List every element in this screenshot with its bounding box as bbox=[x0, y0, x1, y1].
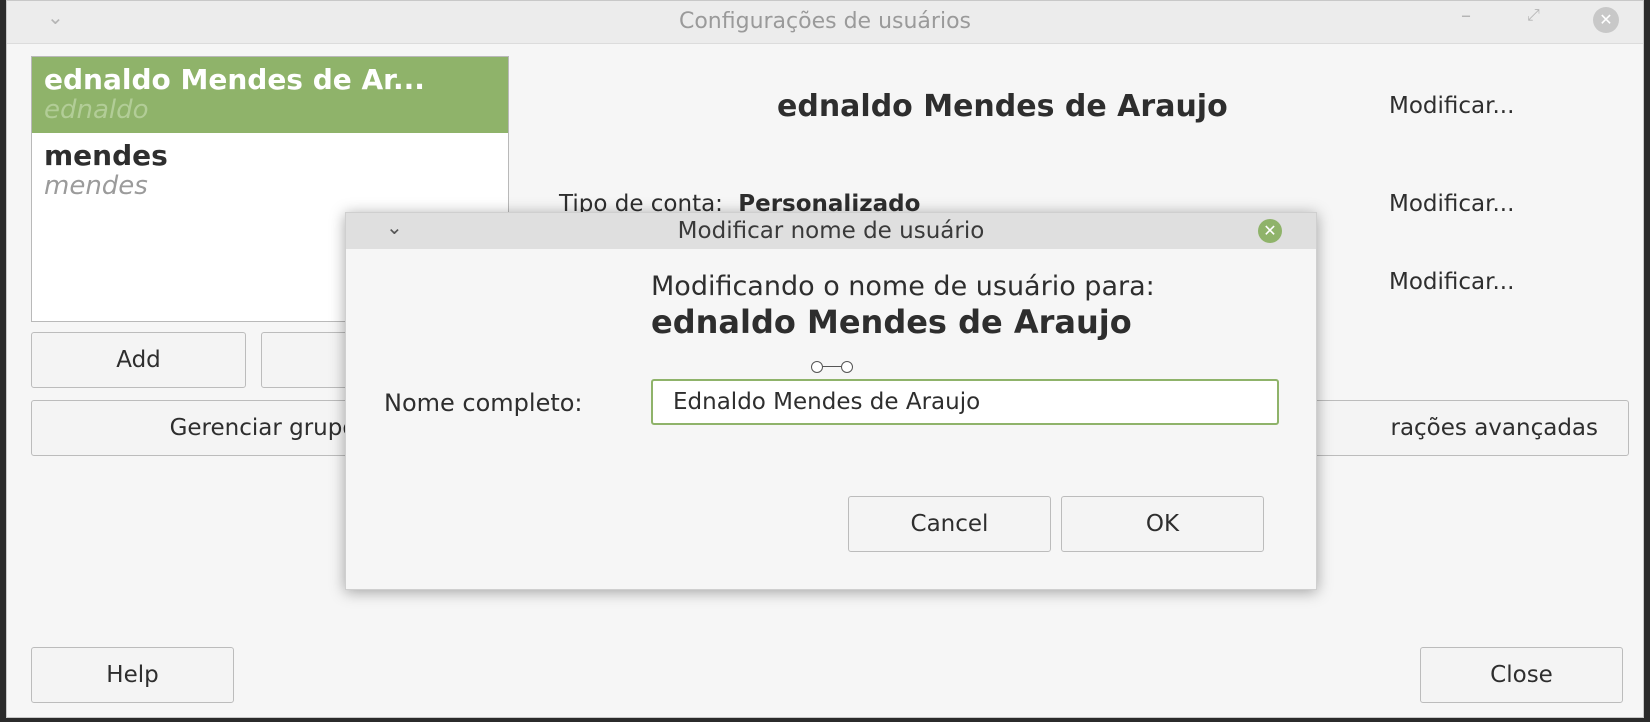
selection-line bbox=[823, 366, 841, 367]
dialog-title: Modificar nome de usuário bbox=[677, 218, 985, 244]
help-button[interactable]: Help bbox=[31, 647, 234, 703]
modify-name-button[interactable]: Modificar... bbox=[1389, 93, 1514, 119]
window-titlebar: ⌄ Configurações de usuários – ⤢ ✕ bbox=[7, 1, 1643, 44]
cancel-button[interactable]: Cancel bbox=[848, 496, 1051, 552]
dialog-heading: Modificando o nome de usuário para: bbox=[651, 271, 1155, 302]
selection-handles[interactable] bbox=[811, 361, 853, 375]
full-name-label: Nome completo: bbox=[384, 389, 583, 417]
add-button[interactable]: Add bbox=[31, 332, 246, 388]
list-item[interactable]: ednaldo Mendes de Ar... ednaldo bbox=[32, 57, 508, 133]
close-icon[interactable]: ✕ bbox=[1258, 219, 1282, 243]
modify-username-dialog: ⌄ Modificar nome de usuário ✕ Modificand… bbox=[345, 212, 1317, 590]
modify-account-type-button[interactable]: Modificar... bbox=[1389, 191, 1514, 217]
user-full-name: mendes bbox=[44, 139, 168, 172]
maximize-icon[interactable]: ⤢ bbox=[1527, 5, 1540, 25]
close-button[interactable]: Close bbox=[1420, 647, 1623, 703]
user-full-name: ednaldo Mendes de Ar... bbox=[44, 63, 425, 96]
dialog-titlebar: ⌄ Modificar nome de usuário ✕ bbox=[346, 213, 1316, 249]
advanced-settings-label: rações avançadas bbox=[1390, 415, 1598, 441]
selected-user-name: ednaldo Mendes de Araujo bbox=[777, 89, 1228, 124]
selection-handle-icon[interactable] bbox=[811, 361, 823, 373]
close-icon[interactable]: ✕ bbox=[1593, 7, 1619, 33]
minimize-icon[interactable]: – bbox=[1461, 3, 1471, 27]
user-login: ednaldo bbox=[44, 95, 149, 125]
selection-handle-icon[interactable] bbox=[841, 361, 853, 373]
window-title: Configurações de usuários bbox=[678, 9, 971, 34]
ok-button[interactable]: OK bbox=[1061, 496, 1264, 552]
full-name-input[interactable] bbox=[651, 379, 1279, 425]
dialog-user-name: ednaldo Mendes de Araujo bbox=[651, 303, 1132, 341]
list-item[interactable]: mendes mendes bbox=[32, 133, 508, 209]
user-login: mendes bbox=[44, 171, 148, 201]
modify-password-button[interactable]: Modificar... bbox=[1389, 269, 1514, 295]
